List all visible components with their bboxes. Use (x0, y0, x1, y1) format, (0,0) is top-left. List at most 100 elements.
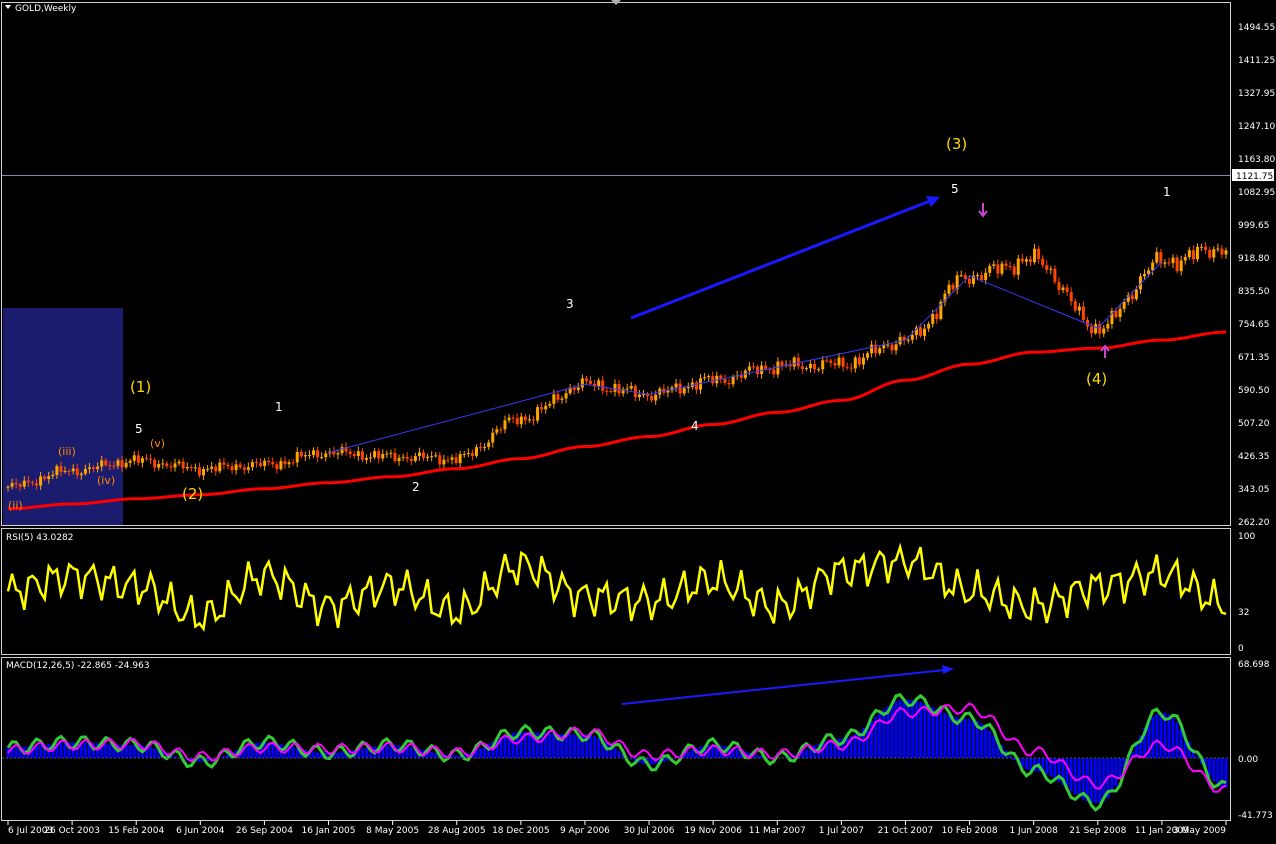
time-tick: 30 Jul 2006 (624, 826, 675, 836)
price-tick: 1494.55 (1238, 23, 1275, 33)
candle-body (629, 386, 633, 389)
candle-body (1122, 301, 1126, 309)
candle-body (1037, 248, 1041, 259)
candle-body (10, 483, 14, 487)
candle-body (1147, 270, 1151, 275)
candle-body (906, 339, 910, 341)
candle-body (1033, 248, 1037, 263)
candle-body (181, 461, 185, 469)
candle-body (63, 471, 67, 473)
candle-body (267, 460, 271, 463)
candle-body (882, 345, 886, 349)
candle-body (536, 407, 540, 421)
price-tick: 343.05 (1238, 485, 1270, 495)
candle-body (71, 468, 75, 472)
candle-body (1143, 274, 1147, 277)
candle-body (360, 451, 364, 460)
candle-body (576, 387, 580, 390)
candle-body (674, 383, 678, 388)
time-tick: 15 Feb 2004 (108, 826, 164, 836)
candle-body (263, 460, 267, 467)
candle-body (613, 384, 617, 392)
price-tick: 671.35 (1238, 353, 1270, 363)
candle-body (1069, 292, 1073, 302)
candle-body (230, 466, 234, 471)
candle-body (540, 407, 544, 410)
candle-body (369, 457, 373, 459)
candle-body (1175, 257, 1179, 272)
candle-body (641, 393, 645, 395)
candle-body (218, 462, 222, 472)
candle-body (861, 357, 865, 365)
current-price-label: 1121.75 (1236, 172, 1273, 182)
candle-body (1020, 258, 1024, 262)
candle-body (1065, 287, 1069, 293)
candle-body (169, 466, 173, 468)
candle-body (605, 390, 609, 392)
candle-body (389, 452, 393, 454)
candle-body (849, 367, 853, 369)
candle-body (833, 362, 837, 366)
candle-body (923, 328, 927, 336)
candle-body (79, 473, 83, 476)
wave-label: 1 (275, 400, 283, 414)
candle-body (1102, 328, 1106, 334)
macd-tick: -41.773 (1238, 811, 1273, 821)
candle-body (320, 457, 324, 459)
candle-body (1090, 326, 1094, 334)
candle-body (246, 467, 250, 470)
candle-body (446, 459, 450, 461)
candle-body (295, 452, 299, 463)
price-tick: 754.65 (1238, 320, 1270, 330)
candle-body (678, 383, 682, 394)
time-tick: 6 Jun 2004 (176, 826, 225, 836)
time-tick: 26 Oct 2003 (44, 826, 100, 836)
time-tick: 28 Aug 2005 (428, 826, 486, 836)
candle-body (650, 396, 654, 401)
candle-body (462, 454, 466, 456)
candle-body (1183, 256, 1187, 261)
candle-body (1208, 249, 1212, 258)
candle-body (140, 458, 144, 463)
candle-body (1008, 265, 1012, 267)
candle-body (405, 456, 409, 459)
candle-body (682, 388, 686, 394)
candle-body (491, 432, 495, 443)
candle-body (153, 459, 157, 468)
price-tick: 262.20 (1238, 518, 1270, 528)
candle-body (1045, 265, 1049, 270)
candle-body (242, 467, 246, 470)
candle-body (804, 368, 808, 370)
candle-body (483, 446, 487, 448)
candle-body (157, 464, 161, 468)
candle-body (197, 467, 201, 476)
candle-body (385, 453, 389, 455)
candle-body (409, 458, 413, 461)
window-title-group[interactable]: GOLD,Weekly (5, 4, 77, 14)
candle-body (552, 394, 556, 404)
candle-body (910, 335, 914, 340)
candle-body (30, 482, 34, 484)
candle-body (67, 471, 71, 473)
candle-body (26, 480, 30, 483)
candle-body (356, 451, 360, 456)
candle-body (87, 467, 91, 469)
candle-body (479, 447, 483, 449)
candle-body (35, 483, 39, 486)
candle-body (185, 467, 189, 469)
candle-body (1094, 324, 1098, 334)
candle-body (189, 467, 193, 469)
candle-body (564, 393, 568, 399)
candle-body (426, 456, 430, 458)
candle-body (136, 455, 140, 463)
candle-body (1028, 259, 1032, 263)
candle-body (43, 476, 47, 479)
candle-body (1220, 248, 1224, 255)
candle-body (976, 275, 980, 277)
candle-body (324, 453, 328, 458)
candle-body (796, 357, 800, 367)
candle-body (96, 466, 100, 469)
candle-body (6, 486, 10, 488)
candle-body (1057, 281, 1061, 291)
candle-body (894, 344, 898, 351)
